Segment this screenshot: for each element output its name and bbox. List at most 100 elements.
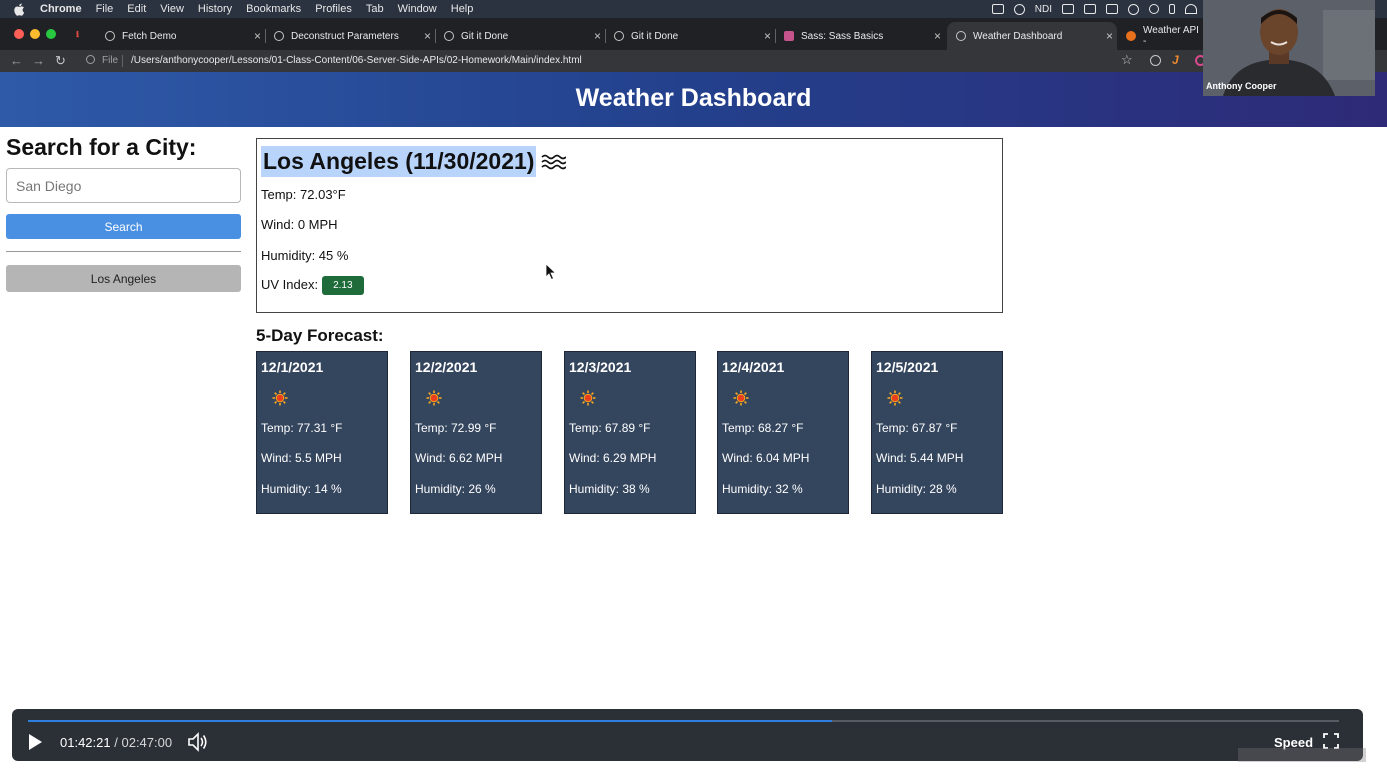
apple-icon[interactable]: [14, 3, 28, 16]
close-icon[interactable]: ×: [424, 30, 431, 42]
tab-label: Deconstruct Parameters: [291, 30, 399, 42]
sass-logo-icon: [784, 31, 794, 41]
time-separator: /: [114, 735, 118, 750]
info-icon[interactable]: [86, 55, 95, 64]
current-temp: Temp: 72.03°F: [261, 187, 346, 202]
forecast-card: 12/2/2021 Temp: 72.99 °F Wind: 6.62 MPH …: [410, 351, 542, 514]
menu-app-name[interactable]: Chrome: [40, 3, 82, 15]
moon-icon[interactable]: [1149, 4, 1159, 14]
tab-label: Weather API -: [1143, 25, 1199, 47]
grid-icon[interactable]: [991, 4, 1004, 14]
webcam-name: Anthony Cooper: [1206, 81, 1277, 91]
menu-bookmarks[interactable]: Bookmarks: [246, 3, 301, 15]
tab-sass-basics[interactable]: Sass: Sass Basics ×: [776, 22, 945, 50]
shield-icon[interactable]: [1106, 4, 1118, 14]
forecast-humidity: Humidity: 32 %: [722, 482, 803, 496]
chat-icon[interactable]: [1062, 4, 1074, 14]
current-weather-panel: Los Angeles (11/30/2021) Temp: 72.03°F W…: [256, 138, 1003, 313]
tab-label: Git it Done: [461, 30, 509, 42]
forecast-date: 12/1/2021: [261, 359, 324, 375]
play-icon[interactable]: [26, 733, 44, 751]
menu-help[interactable]: Help: [451, 3, 474, 15]
menu-history[interactable]: History: [198, 3, 232, 15]
close-icon[interactable]: ×: [764, 30, 771, 42]
address-scheme[interactable]: File: [102, 55, 118, 66]
history-city-los-angeles[interactable]: Los Angeles: [6, 265, 241, 292]
close-window-button[interactable]: [14, 29, 24, 39]
zoom-window-button[interactable]: [46, 29, 56, 39]
menu-tab[interactable]: Tab: [366, 3, 384, 15]
tab-weather-api[interactable]: Weather API -: [1118, 22, 1203, 50]
sun-icon: [887, 390, 903, 406]
tab-label: Sass: Sass Basics: [801, 30, 884, 42]
webcam-overlay: Anthony Cooper: [1203, 0, 1375, 96]
menu-window[interactable]: Window: [398, 3, 437, 15]
tab-label: Git it Done: [631, 30, 679, 42]
tab-weather-dashboard[interactable]: Weather Dashboard ×: [947, 22, 1117, 50]
close-icon[interactable]: ×: [1106, 30, 1113, 42]
menu-view[interactable]: View: [160, 3, 184, 15]
globe-icon: [614, 31, 624, 41]
display-icon[interactable]: [1084, 4, 1096, 14]
progress-track[interactable]: [28, 720, 1339, 722]
extension-gear-icon[interactable]: [1150, 55, 1161, 66]
close-icon[interactable]: ×: [934, 30, 941, 42]
haze-icon: [541, 154, 567, 169]
forecast-humidity: Humidity: 38 %: [569, 482, 650, 496]
wifi-icon[interactable]: [1185, 4, 1197, 14]
pinned-tab-icon[interactable]: ℹ: [76, 30, 79, 39]
forecast-temp: Temp: 77.31 °F: [261, 421, 343, 435]
volume-icon[interactable]: [187, 732, 209, 752]
forecast-wind: Wind: 6.62 MPH: [415, 451, 503, 465]
bookmark-star-icon[interactable]: ☆: [1121, 52, 1133, 68]
tab-git-it-done[interactable]: Git it Done ×: [436, 22, 606, 50]
current-wind: Wind: 0 MPH: [261, 217, 338, 232]
forecast-card: 12/3/2021 Temp: 67.89 °F Wind: 6.29 MPH …: [564, 351, 696, 514]
page-header: Weather Dashboard: [0, 72, 1387, 127]
search-title: Search for a City:: [6, 134, 197, 160]
forecast-date: 12/5/2021: [876, 359, 939, 375]
sun-icon: [580, 390, 596, 406]
tab-fetch-demo[interactable]: Fetch Demo ×: [97, 22, 266, 50]
reload-icon[interactable]: ↻: [55, 53, 66, 69]
globe-icon: [274, 31, 284, 41]
playback-time: 01:42:21 / 02:47:00: [60, 735, 172, 750]
fullscreen-icon[interactable]: [1323, 733, 1339, 749]
bluetooth-icon[interactable]: [1169, 4, 1175, 14]
browser-toolbar: ← → ↻ File /Users/anthonycooper/Lessons/…: [0, 50, 1387, 72]
close-icon[interactable]: ×: [594, 30, 601, 42]
forecast-humidity: Humidity: 14 %: [261, 482, 342, 496]
back-icon[interactable]: ←: [10, 53, 23, 69]
extension-j-icon[interactable]: J: [1172, 53, 1179, 67]
city-search-input[interactable]: [6, 168, 241, 203]
forecast-temp: Temp: 67.87 °F: [876, 421, 958, 435]
menu-profiles[interactable]: Profiles: [315, 3, 352, 15]
menu-file[interactable]: File: [96, 3, 114, 15]
tab-deconstruct-parameters[interactable]: Deconstruct Parameters ×: [266, 22, 436, 50]
os-menu-bar: Chrome File Edit View History Bookmarks …: [0, 0, 1387, 18]
world-icon[interactable]: [1128, 3, 1139, 15]
close-icon[interactable]: ×: [254, 30, 261, 42]
current-city-date: Los Angeles (11/30/2021): [261, 146, 537, 177]
tab-git-it-done-2[interactable]: Git it Done ×: [606, 22, 776, 50]
forward-icon[interactable]: →: [32, 53, 45, 69]
current-time: 01:42:21: [60, 735, 111, 750]
sun-icon: [426, 390, 442, 406]
tab-label: Weather Dashboard: [973, 30, 1063, 42]
forecast-wind: Wind: 5.5 MPH: [261, 451, 342, 465]
globe-icon: [956, 31, 966, 41]
globe-icon[interactable]: [1013, 3, 1025, 15]
current-uv: UV Index: 2.13: [261, 276, 364, 295]
address-url[interactable]: /Users/anthonycooper/Lessons/01-Class-Co…: [131, 55, 582, 66]
search-button[interactable]: Search: [6, 214, 241, 239]
sun-icon: [733, 390, 749, 406]
duration: 02:47:00: [121, 735, 173, 750]
forecast-temp: Temp: 72.99 °F: [415, 421, 497, 435]
forecast-humidity: Humidity: 28 %: [876, 482, 957, 496]
forecast-wind: Wind: 6.29 MPH: [569, 451, 657, 465]
browser-tab-strip: ℹ Fetch Demo × Deconstruct Parameters × …: [0, 18, 1387, 50]
ndi-status[interactable]: NDI: [1035, 4, 1052, 15]
minimize-window-button[interactable]: [30, 29, 40, 39]
menu-edit[interactable]: Edit: [127, 3, 146, 15]
forecast-wind: Wind: 5.44 MPH: [876, 451, 964, 465]
